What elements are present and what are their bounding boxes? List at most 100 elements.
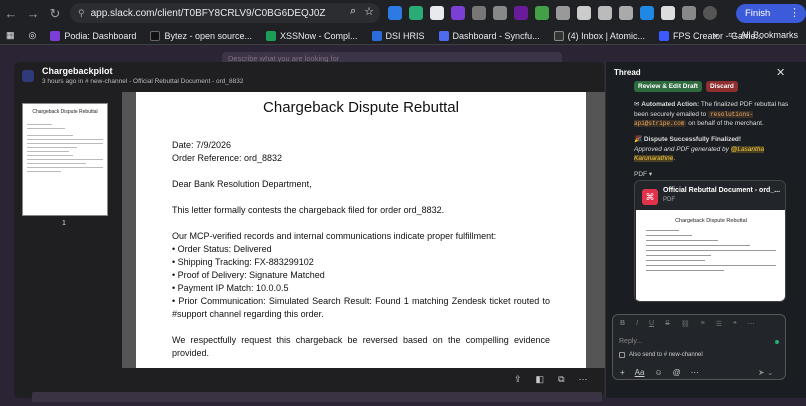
plus-icon[interactable]: + bbox=[620, 368, 625, 377]
extensions-row bbox=[388, 6, 717, 20]
underline-icon[interactable]: U bbox=[649, 320, 654, 328]
bookmark-favicon bbox=[265, 30, 276, 41]
file-meta: 3 hours ago in # new-channel - Official … bbox=[42, 78, 244, 85]
bookmark-star-icon[interactable]: ☆ bbox=[364, 5, 374, 18]
quote-icon[interactable]: ❝ bbox=[733, 320, 737, 328]
emoji-icon[interactable]: ☺ bbox=[654, 368, 662, 377]
app-name[interactable]: Chargebackpilot bbox=[42, 66, 244, 76]
share-icon[interactable]: ⇪ bbox=[514, 374, 522, 385]
pdf-file-card[interactable]: ⌘ Official Rebuttal Document - ord_... P… bbox=[634, 180, 786, 302]
thread-title: Thread bbox=[614, 68, 641, 77]
text-format-icon[interactable]: Aa bbox=[635, 368, 645, 377]
strikethrough-icon[interactable]: S bbox=[665, 320, 670, 328]
bookmark-globe-icon[interactable]: ◎ bbox=[29, 30, 37, 41]
address-bar[interactable]: ⚲ app.slack.com/client/T0BFY8CRLV9/C0BG6… bbox=[70, 3, 380, 23]
extension-icon[interactable] bbox=[661, 6, 675, 20]
back-icon[interactable]: ← bbox=[0, 3, 22, 25]
online-status-indicator bbox=[775, 340, 779, 344]
also-send-checkbox-row[interactable]: Also send to # new-channel bbox=[619, 352, 703, 358]
bookmark-label: Podia: Dashboard bbox=[64, 30, 137, 41]
email-icon: ✉ bbox=[634, 101, 640, 108]
extension-icon[interactable] bbox=[430, 6, 444, 20]
bookmark-item[interactable]: Dashboard - Syncfu... bbox=[438, 30, 540, 41]
extension-icon[interactable] bbox=[640, 6, 654, 20]
review-edit-draft-button[interactable]: Review & Edit Draft bbox=[634, 81, 702, 92]
pdf-document-page: Chargeback Dispute Rebuttal Date: 7/9/20… bbox=[136, 92, 586, 368]
close-icon[interactable]: ✕ bbox=[776, 66, 785, 79]
extension-icon[interactable] bbox=[493, 6, 507, 20]
bullet-list-icon[interactable]: ☰ bbox=[716, 320, 722, 328]
extension-icon[interactable] bbox=[388, 6, 402, 20]
document-closing: We respectfully request this chargeback … bbox=[172, 335, 550, 358]
bookmark-favicon bbox=[438, 30, 449, 41]
automated-tail: on behalf of the merchant. bbox=[686, 120, 764, 127]
bookmark-item[interactable]: DSI HRIS bbox=[371, 30, 425, 41]
more-icon[interactable]: ⋯ bbox=[691, 368, 699, 377]
pdf-file-icon: ⌘ bbox=[642, 189, 658, 205]
bookmark-item[interactable]: XSSNow - Compl... bbox=[265, 30, 358, 41]
bookmark-label: DSI HRIS bbox=[385, 30, 425, 41]
pdf-attachment-label[interactable]: PDF ▾ bbox=[634, 170, 652, 178]
folder-icon: ▭ bbox=[727, 29, 737, 39]
automated-action-message: ✉ Automated Action: The finalized PDF re… bbox=[634, 100, 794, 129]
thumbnail-title: Chargeback Dispute Rebuttal bbox=[32, 109, 98, 115]
file-viewer-header: Chargebackpilot 3 hours ago in # new-cha… bbox=[22, 66, 244, 85]
bookmark-item[interactable]: (4) Inbox | Atomic... bbox=[553, 30, 645, 41]
extension-icon[interactable] bbox=[598, 6, 612, 20]
party-icon: 🎉 bbox=[634, 136, 643, 143]
bold-icon[interactable]: B bbox=[620, 320, 625, 328]
bookmark-label: Bytez - open source... bbox=[164, 30, 252, 41]
extension-icon[interactable] bbox=[409, 6, 423, 20]
file-type: PDF bbox=[663, 197, 675, 203]
italic-icon[interactable]: I bbox=[636, 320, 638, 328]
extension-icon[interactable] bbox=[451, 6, 465, 20]
forward-icon[interactable]: → bbox=[22, 3, 44, 25]
extension-icon[interactable] bbox=[619, 6, 633, 20]
extension-icon[interactable] bbox=[535, 6, 549, 20]
browser-menu-icon[interactable]: ⋮ bbox=[789, 6, 800, 19]
document-order-ref: Order Reference: ord_8832 bbox=[172, 153, 283, 163]
more-options-icon[interactable]: ⋯ bbox=[579, 374, 588, 385]
all-bookmarks[interactable]: ▭ All Bookmarks bbox=[728, 29, 798, 40]
bookmark-item[interactable]: Bytez - open source... bbox=[150, 30, 252, 41]
ordered-list-icon[interactable]: ≡ bbox=[701, 320, 705, 328]
panel-toggle-icon[interactable]: ◧ bbox=[536, 374, 545, 385]
send-icon[interactable]: ➤ ⌄ bbox=[758, 368, 774, 377]
extensions-puzzle-icon[interactable] bbox=[682, 6, 696, 20]
bookmark-item[interactable]: Podia: Dashboard bbox=[50, 30, 137, 41]
reload-icon[interactable]: ↻ bbox=[44, 3, 66, 25]
bookmarks-bar: ▦ ◎ Podia: Dashboard Bytez - open source… bbox=[0, 27, 806, 45]
more-format-icon[interactable]: ⋯ bbox=[748, 320, 755, 328]
automated-label: Automated Action: bbox=[641, 101, 700, 108]
reply-input[interactable]: Reply... bbox=[619, 338, 642, 345]
link-icon[interactable]: ⛓ bbox=[681, 320, 690, 328]
document-bullet: • Prior Communication: Simulated Search … bbox=[172, 296, 550, 319]
message-composer-backdrop bbox=[32, 392, 602, 402]
mention-icon[interactable]: @ bbox=[673, 368, 681, 377]
bookmark-favicon bbox=[150, 30, 161, 41]
document-bullet: • Order Status: Delivered bbox=[172, 244, 272, 254]
bookmark-favicon bbox=[553, 30, 564, 41]
bookmark-favicon bbox=[658, 30, 669, 41]
bookmark-favicon bbox=[371, 30, 382, 41]
extension-icon[interactable] bbox=[472, 6, 486, 20]
extension-icon[interactable] bbox=[514, 6, 528, 20]
finalized-message: 🎉 Dispute Successfully Finalized! Approv… bbox=[634, 136, 765, 162]
copy-icon[interactable]: ⧉ bbox=[558, 374, 564, 385]
also-send-checkbox[interactable] bbox=[619, 352, 625, 358]
extension-icon[interactable] bbox=[556, 6, 570, 20]
bookmark-label: XSSNow - Compl... bbox=[279, 30, 358, 41]
apps-icon[interactable]: ▦ bbox=[6, 30, 15, 41]
chevron-right-icon[interactable]: » bbox=[713, 30, 718, 40]
bookmark-label: Dashboard - Syncfu... bbox=[452, 30, 540, 41]
document-bullet: • Proof of Delivery: Signature Matched bbox=[172, 270, 325, 280]
app-avatar bbox=[22, 70, 34, 82]
file-preview: Chargeback Dispute Rebuttal bbox=[636, 210, 785, 301]
discard-button[interactable]: Discard bbox=[705, 81, 738, 92]
extension-icon[interactable] bbox=[577, 6, 591, 20]
page-thumbnail[interactable]: Chargeback Dispute Rebuttal bbox=[22, 103, 108, 216]
page-number: 1 bbox=[62, 220, 66, 227]
profile-avatar[interactable] bbox=[703, 6, 717, 20]
site-info-icon[interactable]: ⚲ bbox=[78, 8, 85, 19]
zoom-icon[interactable]: ⌕ bbox=[350, 5, 356, 18]
